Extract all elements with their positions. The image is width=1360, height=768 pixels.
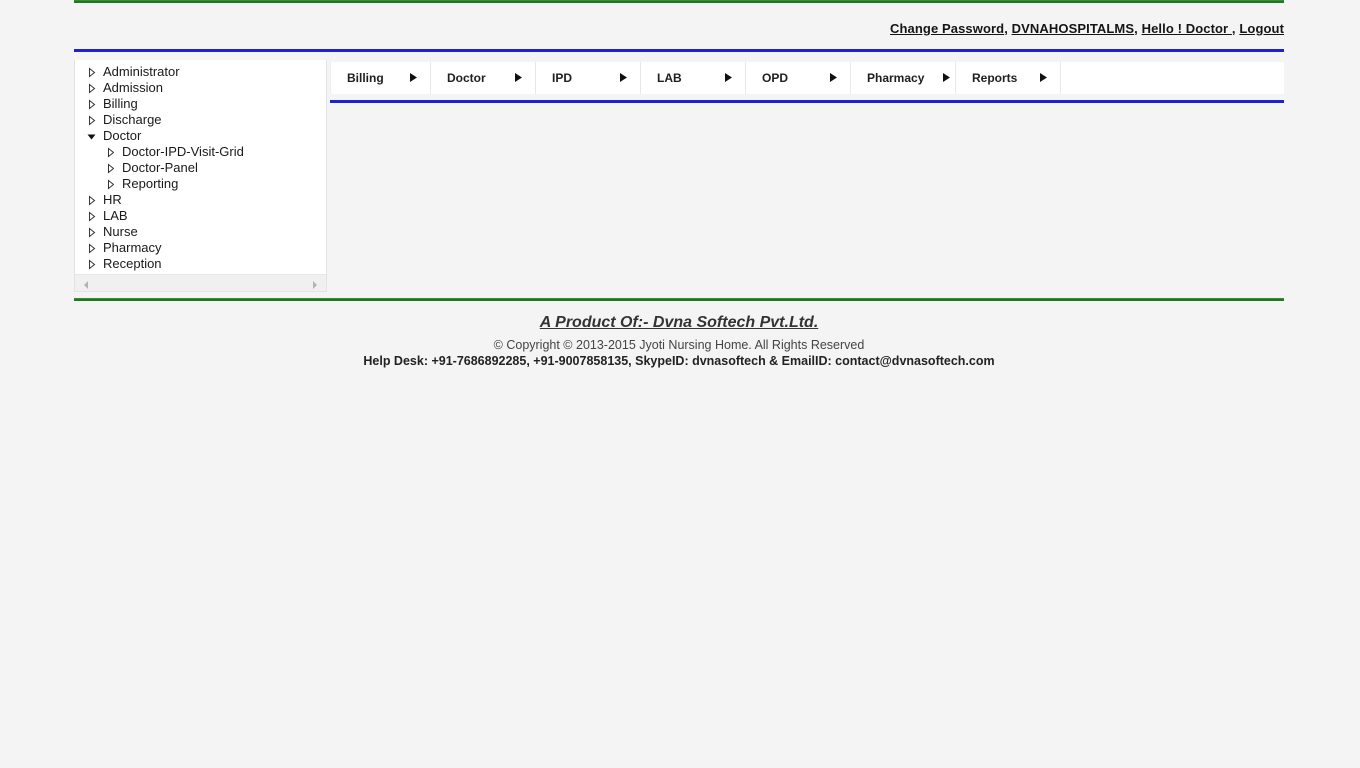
menu-item-label: OPD xyxy=(762,71,789,85)
tree-expand-icon[interactable] xyxy=(83,66,99,78)
tree-item-label: Doctor-IPD-Visit-Grid xyxy=(122,144,244,159)
content-pane xyxy=(330,103,1284,293)
menu-item-lab[interactable]: LAB xyxy=(641,62,746,94)
header-separator-1: , xyxy=(1004,21,1012,36)
menu-item-opd[interactable]: OPD xyxy=(746,62,851,94)
menu-item-label: Pharmacy xyxy=(867,71,925,85)
footer: A Product Of:- Dvna Softech Pvt.Ltd. © C… xyxy=(74,301,1284,368)
navigation-tree: Administrator Admission Billing Discharge Do… xyxy=(75,60,326,274)
menu-arrow-right-icon xyxy=(724,71,733,86)
tree-item-label: Billing xyxy=(103,96,138,111)
page-container: Change Password, DVNAHOSPITALMS, Hello !… xyxy=(74,0,1284,368)
tree-expand-icon[interactable] xyxy=(83,258,99,270)
product-credit-link[interactable]: A Product Of:- Dvna Softech Pvt.Ltd. xyxy=(540,314,819,332)
scroll-left-arrow-icon[interactable] xyxy=(81,278,91,289)
tree-expand-icon[interactable] xyxy=(83,226,99,238)
menu-item-billing[interactable]: Billing xyxy=(331,62,431,94)
tree-item-hr[interactable]: HR xyxy=(75,192,326,208)
tree-expand-icon[interactable] xyxy=(102,178,118,190)
sidebar-horizontal-scrollbar[interactable] xyxy=(75,274,326,291)
tree-item-label: Nurse xyxy=(103,224,138,239)
copyright-text: © Copyright © 2013-2015 Jyoti Nursing Ho… xyxy=(493,338,865,352)
tree-item-admission[interactable]: Admission xyxy=(75,80,326,96)
menu-arrow-right-icon xyxy=(619,71,628,86)
tree-expand-icon[interactable] xyxy=(83,114,99,126)
menu-item-pharmacy[interactable]: Pharmacy xyxy=(851,62,956,94)
tree-item-label: LAB xyxy=(103,208,128,223)
tree-item-label: Discharge xyxy=(103,112,162,127)
tree-expand-icon[interactable] xyxy=(83,194,99,206)
menu-arrow-right-icon xyxy=(942,71,951,86)
tree-item-reception[interactable]: Reception xyxy=(75,256,326,272)
main-menu-wrap: Billing Doctor IPD LAB OPD Pharmacy Reports xyxy=(330,62,1284,103)
tree-item-pharmacy[interactable]: Pharmacy xyxy=(75,240,326,256)
tree-collapse-icon[interactable] xyxy=(83,131,99,142)
main-menu-bar: Billing Doctor IPD LAB OPD Pharmacy Reports xyxy=(330,62,1284,94)
change-password-link[interactable]: Change Password xyxy=(890,21,1004,36)
tree-expand-icon[interactable] xyxy=(102,162,118,174)
tree-item-billing[interactable]: Billing xyxy=(75,96,326,112)
tree-item-label: Doctor xyxy=(103,128,142,143)
menu-arrow-right-icon xyxy=(829,71,838,86)
tree-item-label: Doctor-Panel xyxy=(122,160,198,175)
sidebar-tree-panel: Administrator Admission Billing Discharge Do… xyxy=(74,60,327,292)
menu-item-ipd[interactable]: IPD xyxy=(536,62,641,94)
logout-link[interactable]: Logout xyxy=(1239,21,1284,36)
body-region: Administrator Admission Billing Discharge Do… xyxy=(74,52,1284,298)
account-links: Change Password, DVNAHOSPITALMS, Hello !… xyxy=(890,21,1284,36)
tree-item-nurse[interactable]: Nurse xyxy=(75,224,326,240)
tree-item-doctor-panel[interactable]: Doctor-Panel xyxy=(75,160,326,176)
menu-item-reports[interactable]: Reports xyxy=(956,62,1061,94)
tree-expand-icon[interactable] xyxy=(102,146,118,158)
tree-item-label: HR xyxy=(103,192,122,207)
header-strip: Change Password, DVNAHOSPITALMS, Hello !… xyxy=(74,3,1284,49)
menu-arrow-right-icon xyxy=(409,71,418,86)
tree-expand-icon[interactable] xyxy=(83,82,99,94)
helpdesk-text: Help Desk: +91-7686892285, +91-900785813… xyxy=(363,354,995,368)
tree-item-label: Reception xyxy=(103,256,162,271)
tree-expand-icon[interactable] xyxy=(83,242,99,254)
menu-item-label: Billing xyxy=(347,71,384,85)
menu-item-doctor[interactable]: Doctor xyxy=(431,62,536,94)
greeting-link[interactable]: Hello ! Doctor xyxy=(1142,21,1232,36)
tree-item-label: Reporting xyxy=(122,176,179,191)
menu-item-label: LAB xyxy=(657,71,682,85)
menu-arrow-right-icon xyxy=(514,71,523,86)
header-separator-2: , xyxy=(1134,21,1142,36)
tree-item-lab[interactable]: LAB xyxy=(75,208,326,224)
tree-item-label: Pharmacy xyxy=(103,240,162,255)
tree-item-doctor[interactable]: Doctor xyxy=(75,128,326,144)
tree-item-reporting[interactable]: Reporting xyxy=(75,176,326,192)
tree-item-label: Administrator xyxy=(103,64,180,79)
menu-arrow-right-icon xyxy=(1039,71,1048,86)
tree-item-discharge[interactable]: Discharge xyxy=(75,112,326,128)
menu-item-label: IPD xyxy=(552,71,573,85)
tree-expand-icon[interactable] xyxy=(83,210,99,222)
menu-item-label: Reports xyxy=(972,71,1018,85)
scroll-right-arrow-icon[interactable] xyxy=(310,278,320,289)
tree-item-label: Admission xyxy=(103,80,163,95)
menu-item-label: Doctor xyxy=(447,71,486,85)
tree-expand-icon[interactable] xyxy=(83,98,99,110)
app-name-link[interactable]: DVNAHOSPITALMS xyxy=(1012,21,1135,36)
tree-item-doctor-ipd-visit-grid[interactable]: Doctor-IPD-Visit-Grid xyxy=(75,144,326,160)
tree-item-administrator[interactable]: Administrator xyxy=(75,64,326,80)
